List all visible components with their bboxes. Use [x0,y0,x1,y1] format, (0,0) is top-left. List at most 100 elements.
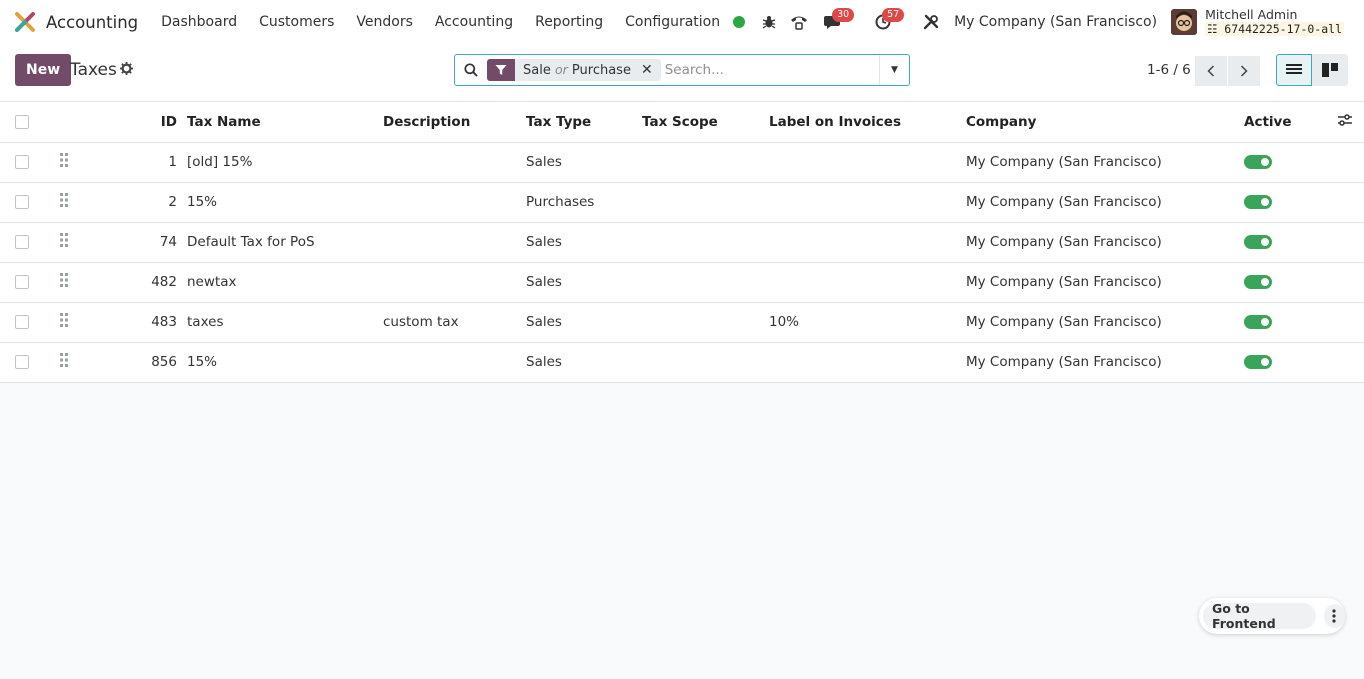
active-toggle[interactable] [1244,155,1272,169]
table-row[interactable]: 856 15% Sales My Company (San Francisco) [0,342,1364,383]
active-toggle[interactable] [1244,315,1272,329]
menu-vendors[interactable]: Vendors [345,14,423,30]
cell-empty [1338,342,1364,383]
cell-id: 74 [88,222,187,263]
cell-id: 856 [88,342,187,383]
table-row[interactable]: 482 newtax Sales My Company (San Francis… [0,262,1364,303]
search-options-toggle[interactable]: ▼ [879,55,909,85]
list-view-button[interactable] [1276,54,1312,86]
drag-handle-icon[interactable] [60,353,68,367]
control-panel: New Taxes Sale or Purchase ✕ ▼ 1-6 / 6 [0,44,1364,102]
activities-clock-icon[interactable]: 57 [868,7,905,37]
row-checkbox[interactable] [15,235,29,249]
cell-description: custom tax [383,302,526,343]
cell-tax-name: 15% [187,342,383,383]
row-checkbox[interactable] [15,355,29,369]
row-handle-cell[interactable] [48,302,88,343]
row-handle-cell[interactable] [48,262,88,303]
gear-icon[interactable] [120,62,133,79]
table-row[interactable]: 483 taxes custom tax Sales 10% My Compan… [0,302,1364,343]
drag-handle-icon[interactable] [60,273,68,287]
row-checkbox[interactable] [15,195,29,209]
status-dot-icon[interactable] [724,7,754,37]
row-select-cell[interactable] [0,302,48,343]
tools-icon[interactable] [916,7,946,37]
menu-accounting[interactable]: Accounting [424,14,524,30]
column-header-company[interactable]: Company [966,102,1244,143]
kanban-view-button[interactable] [1312,54,1348,86]
active-toggle[interactable] [1244,195,1272,209]
messages-count-badge: 30 [832,8,855,22]
row-select-cell[interactable] [0,342,48,383]
cell-tax-type: Sales [526,222,642,263]
column-header-id[interactable]: ID [88,102,187,143]
select-all-cell[interactable] [0,102,48,143]
row-select-cell[interactable] [0,142,48,183]
menu-dashboard[interactable]: Dashboard [150,14,248,30]
company-switcher[interactable]: My Company (San Francisco) [954,14,1157,30]
cell-description [383,142,526,183]
go-to-frontend-button[interactable]: Go to Frontend [1203,601,1316,631]
messages-icon[interactable]: 30 [818,7,855,37]
row-handle-cell[interactable] [48,222,88,263]
facet-second: Purchase [571,63,631,78]
phone-icon[interactable] [784,7,814,37]
sliders-icon [1338,114,1352,126]
top-navbar: Accounting Dashboard Customers Vendors A… [0,0,1364,44]
active-toggle[interactable] [1244,275,1272,289]
debug-bug-icon[interactable] [754,7,784,37]
cell-label-on-invoices [769,262,966,303]
row-handle-cell[interactable] [48,142,88,183]
column-header-tax-scope[interactable]: Tax Scope [642,102,769,143]
select-all-checkbox[interactable] [15,114,29,129]
row-select-cell[interactable] [0,262,48,303]
column-header-tax-type[interactable]: Tax Type [526,102,642,143]
facet-remove-icon[interactable]: ✕ [637,62,661,78]
row-select-cell[interactable] [0,182,48,223]
taxes-table: ID Tax Name Description Tax Type Tax Sco… [0,102,1364,383]
pager-next[interactable] [1228,56,1260,86]
new-button[interactable]: New [15,54,72,86]
cell-description [383,342,526,383]
row-handle-cell[interactable] [48,182,88,223]
row-checkbox[interactable] [15,315,29,329]
active-toggle[interactable] [1244,355,1272,369]
cell-id: 2 [88,182,187,223]
table-row[interactable]: 1 [old] 15% Sales My Company (San Franci… [0,142,1364,183]
cell-active [1244,302,1338,343]
column-header-label-on-invoices[interactable]: Label on Invoices [769,102,966,143]
drag-handle-icon[interactable] [60,233,68,247]
cell-tax-scope [642,182,769,223]
pager-previous[interactable] [1195,56,1227,86]
cell-tax-name: [old] 15% [187,142,383,183]
more-options-icon[interactable] [1323,604,1345,628]
search-input[interactable] [664,62,879,78]
user-menu[interactable]: Mitchell Admin ☷ 67442225-17-0-all [1171,8,1344,36]
cell-company: My Company (San Francisco) [966,262,1244,303]
optional-columns-toggle[interactable] [1338,102,1364,143]
search-icon[interactable] [455,63,487,77]
menu-customers[interactable]: Customers [248,14,345,30]
cell-tax-scope [642,142,769,183]
table-row[interactable]: 2 15% Purchases My Company (San Francisc… [0,182,1364,223]
drag-handle-icon[interactable] [60,313,68,327]
row-checkbox[interactable] [15,275,29,289]
cell-id: 1 [88,142,187,183]
active-toggle[interactable] [1244,235,1272,249]
menu-configuration[interactable]: Configuration [614,14,731,30]
cell-tax-scope [642,262,769,303]
cell-company: My Company (San Francisco) [966,182,1244,223]
column-header-description[interactable]: Description [383,102,526,143]
cell-tax-name: 15% [187,182,383,223]
pager-value[interactable]: 1-6 / 6 [1147,62,1191,78]
menu-reporting[interactable]: Reporting [524,14,614,30]
column-header-active[interactable]: Active [1244,102,1338,143]
app-brand[interactable]: Accounting [14,11,138,33]
drag-handle-icon[interactable] [60,193,68,207]
column-header-tax-name[interactable]: Tax Name [187,102,383,143]
table-row[interactable]: 74 Default Tax for PoS Sales My Company … [0,222,1364,263]
row-select-cell[interactable] [0,222,48,263]
drag-handle-icon[interactable] [60,153,68,167]
row-checkbox[interactable] [15,155,29,169]
row-handle-cell[interactable] [48,342,88,383]
